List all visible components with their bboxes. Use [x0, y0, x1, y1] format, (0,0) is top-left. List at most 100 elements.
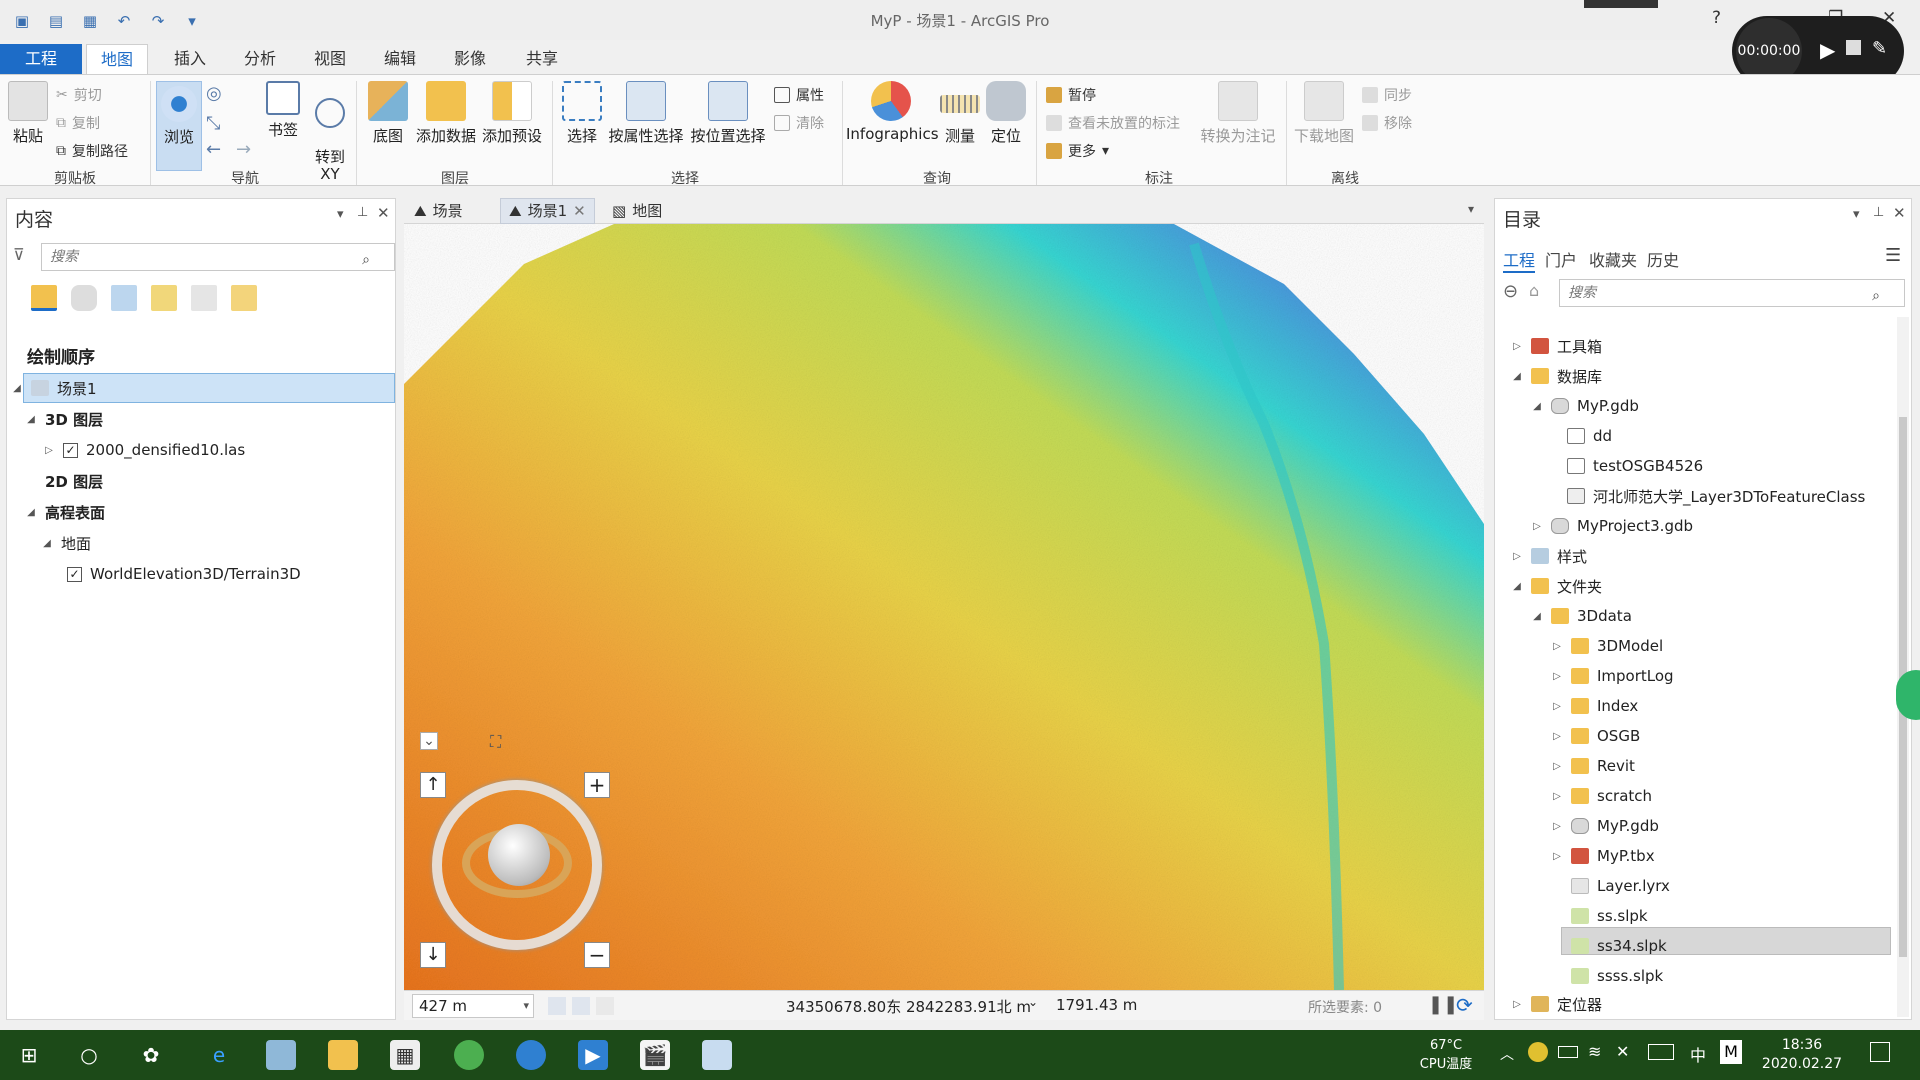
- tree-las-layer[interactable]: ▷ ✓ 2000_densified10.las: [43, 437, 245, 463]
- tab-scene[interactable]: ⛰ 场景: [406, 198, 471, 224]
- drawing-order-icon[interactable]: [31, 285, 57, 311]
- tab-imagery[interactable]: 影像: [440, 44, 500, 74]
- copy-path-button[interactable]: ⧉ 复制路径: [56, 141, 128, 161]
- download-map-button[interactable]: 下载地图: [1290, 81, 1358, 146]
- tab-list-icon[interactable]: ▾: [1468, 202, 1474, 216]
- catalog-search-input[interactable]: 搜索 ⌕: [1559, 279, 1905, 307]
- previous-extent-icon[interactable]: ←: [206, 139, 221, 160]
- measure-button[interactable]: 测量: [938, 81, 982, 146]
- file-explorer-icon[interactable]: [328, 1040, 358, 1070]
- catalog-layer-lyrx[interactable]: Layer.lyrx: [1571, 873, 1670, 899]
- catalog-hebei-feature-class[interactable]: 河北师范大学_Layer3DToFeatureClass: [1567, 483, 1865, 509]
- attributes-button[interactable]: 属性: [774, 85, 824, 105]
- goto-xy-button[interactable]: 转到 XY: [310, 81, 350, 183]
- system-clock[interactable]: 18:36 2020.02.27: [1752, 1036, 1852, 1074]
- catalog-styles[interactable]: ▷ 样式: [1511, 543, 1587, 569]
- battery-icon[interactable]: [1558, 1046, 1578, 1058]
- zoom-out-button[interactable]: −: [584, 942, 610, 968]
- more-labeling-button[interactable]: 更多 ▾: [1046, 141, 1109, 161]
- view-unplaced-button[interactable]: 查看未放置的标注: [1046, 113, 1180, 133]
- scene-view[interactable]: ⌄ ⛶ ↑ + ↓ −: [404, 224, 1484, 990]
- tab-view[interactable]: 视图: [300, 44, 360, 74]
- tree-elevation-surfaces[interactable]: ◢ 高程表面: [25, 499, 105, 525]
- menu-icon[interactable]: ☰: [1885, 245, 1901, 266]
- sync-button[interactable]: 同步: [1362, 85, 1412, 105]
- scale-box[interactable]: 427 m ▾: [412, 994, 534, 1018]
- network-icon[interactable]: ≋: [1588, 1042, 1601, 1061]
- basemap-button[interactable]: 底图: [362, 81, 414, 146]
- catalog-3ddata[interactable]: ◢ 3Ddata: [1531, 603, 1632, 629]
- search-icon[interactable]: ○: [74, 1040, 104, 1070]
- select-button[interactable]: 选择: [560, 81, 604, 146]
- tray-app-icon[interactable]: [1528, 1042, 1548, 1062]
- pin-icon[interactable]: ⊥: [1873, 205, 1884, 220]
- floating-assistant-badge[interactable]: [1896, 670, 1920, 720]
- app-icon-green[interactable]: [454, 1040, 484, 1070]
- data-source-icon[interactable]: [71, 285, 97, 311]
- select-by-location-button[interactable]: 按位置选择: [688, 81, 768, 146]
- tree-3d-layers[interactable]: ◢ 3D 图层: [25, 406, 103, 432]
- cut-button[interactable]: ✂ 剪切: [56, 85, 102, 105]
- show-hidden-icons[interactable]: ︿: [1500, 1044, 1514, 1064]
- navigator-sphere[interactable]: [488, 824, 550, 886]
- coordinate-format-icon[interactable]: ⌄: [1028, 995, 1038, 1009]
- remove-offline-button[interactable]: 移除: [1362, 113, 1412, 133]
- tilt-up-button[interactable]: ↑: [420, 772, 446, 798]
- notifications-icon[interactable]: [1870, 1042, 1890, 1062]
- catalog-myp-tbx[interactable]: ▷ MyP.tbx: [1551, 843, 1654, 869]
- select-by-attributes-button[interactable]: 按属性选择: [606, 81, 686, 146]
- tree-scene1[interactable]: ◢ 场景1: [11, 375, 96, 401]
- explore-button[interactable]: 浏览: [156, 81, 202, 171]
- catalog-locators[interactable]: ▷ 定位器: [1511, 991, 1602, 1017]
- infographics-button[interactable]: Infographics: [846, 81, 939, 143]
- next-extent-icon[interactable]: →: [236, 139, 251, 160]
- back-icon[interactable]: ⊖: [1503, 281, 1518, 302]
- fixed-zoom-icon[interactable]: ⤡: [206, 113, 220, 134]
- catalog-scrollbar[interactable]: [1897, 317, 1909, 1017]
- tree-2d-layers[interactable]: 2D 图层: [45, 468, 103, 494]
- close-tab-icon[interactable]: ✕: [573, 198, 586, 224]
- catalog-myp-gdb[interactable]: ◢ MyP.gdb: [1531, 393, 1639, 419]
- store-icon[interactable]: ▦: [390, 1040, 420, 1070]
- keyboard-icon[interactable]: [1648, 1044, 1674, 1060]
- navigator-collapse-icon[interactable]: ⌄: [420, 732, 438, 750]
- bookmarks-button[interactable]: 书签: [262, 81, 304, 140]
- locate-button[interactable]: 定位: [984, 81, 1028, 146]
- paste-button[interactable]: 粘贴: [8, 81, 48, 146]
- contents-search-input[interactable]: 搜索 ⌕: [41, 243, 395, 271]
- home-icon[interactable]: ⌂: [1529, 281, 1539, 300]
- app-icon-notepad[interactable]: [266, 1040, 296, 1070]
- catalog-importlog[interactable]: ▷ ImportLog: [1551, 663, 1673, 689]
- layer-visibility-checkbox[interactable]: ✓: [63, 442, 78, 458]
- help-button[interactable]: ?: [1712, 8, 1721, 28]
- pane-options-icon[interactable]: ▾: [337, 207, 344, 222]
- start-button-icon[interactable]: ⊞: [14, 1040, 44, 1070]
- catalog-folders[interactable]: ◢ 文件夹: [1511, 573, 1602, 599]
- edge-browser-icon[interactable]: e: [204, 1040, 234, 1070]
- tab-map[interactable]: 地图: [86, 44, 149, 74]
- table-view-icon[interactable]: [596, 997, 614, 1015]
- catalog-tab-portal[interactable]: 门户: [1545, 247, 1577, 271]
- layer-visibility-checkbox[interactable]: ✓: [67, 566, 82, 582]
- refresh-icon[interactable]: ⟳: [1456, 993, 1473, 1017]
- catalog-scratch[interactable]: ▷ scratch: [1551, 783, 1652, 809]
- add-preset-button[interactable]: 添加预设: [480, 81, 544, 146]
- catalog-myp-gdb-folder[interactable]: ▷ MyP.gdb: [1551, 813, 1659, 839]
- tilt-down-button[interactable]: ↓: [420, 942, 446, 968]
- pane-options-icon[interactable]: ▾: [1853, 207, 1860, 222]
- list-view-icon[interactable]: [572, 997, 590, 1015]
- selection-view-icon[interactable]: [111, 285, 137, 311]
- tree-ground[interactable]: ◢ 地面: [41, 530, 91, 556]
- tab-insert[interactable]: 插入: [160, 44, 220, 74]
- labeling-view-icon[interactable]: [231, 285, 257, 311]
- editing-view-icon[interactable]: [151, 285, 177, 311]
- ime-indicator[interactable]: 中: [1690, 1042, 1706, 1066]
- full-extent-icon[interactable]: ◎: [206, 83, 222, 104]
- catalog-tab-project[interactable]: 工程: [1503, 247, 1536, 273]
- pause-labels-button[interactable]: 暂停: [1046, 85, 1096, 105]
- catalog-tab-favorites[interactable]: 收藏夹: [1589, 247, 1637, 271]
- copy-button[interactable]: ⧉ 复制: [56, 113, 100, 133]
- convert-to-annotation-button[interactable]: 转换为注记: [1196, 81, 1280, 146]
- pause-drawing-icon[interactable]: ❚❚: [1428, 994, 1458, 1015]
- tab-scene1[interactable]: ⛰ 场景1 ✕: [500, 198, 595, 224]
